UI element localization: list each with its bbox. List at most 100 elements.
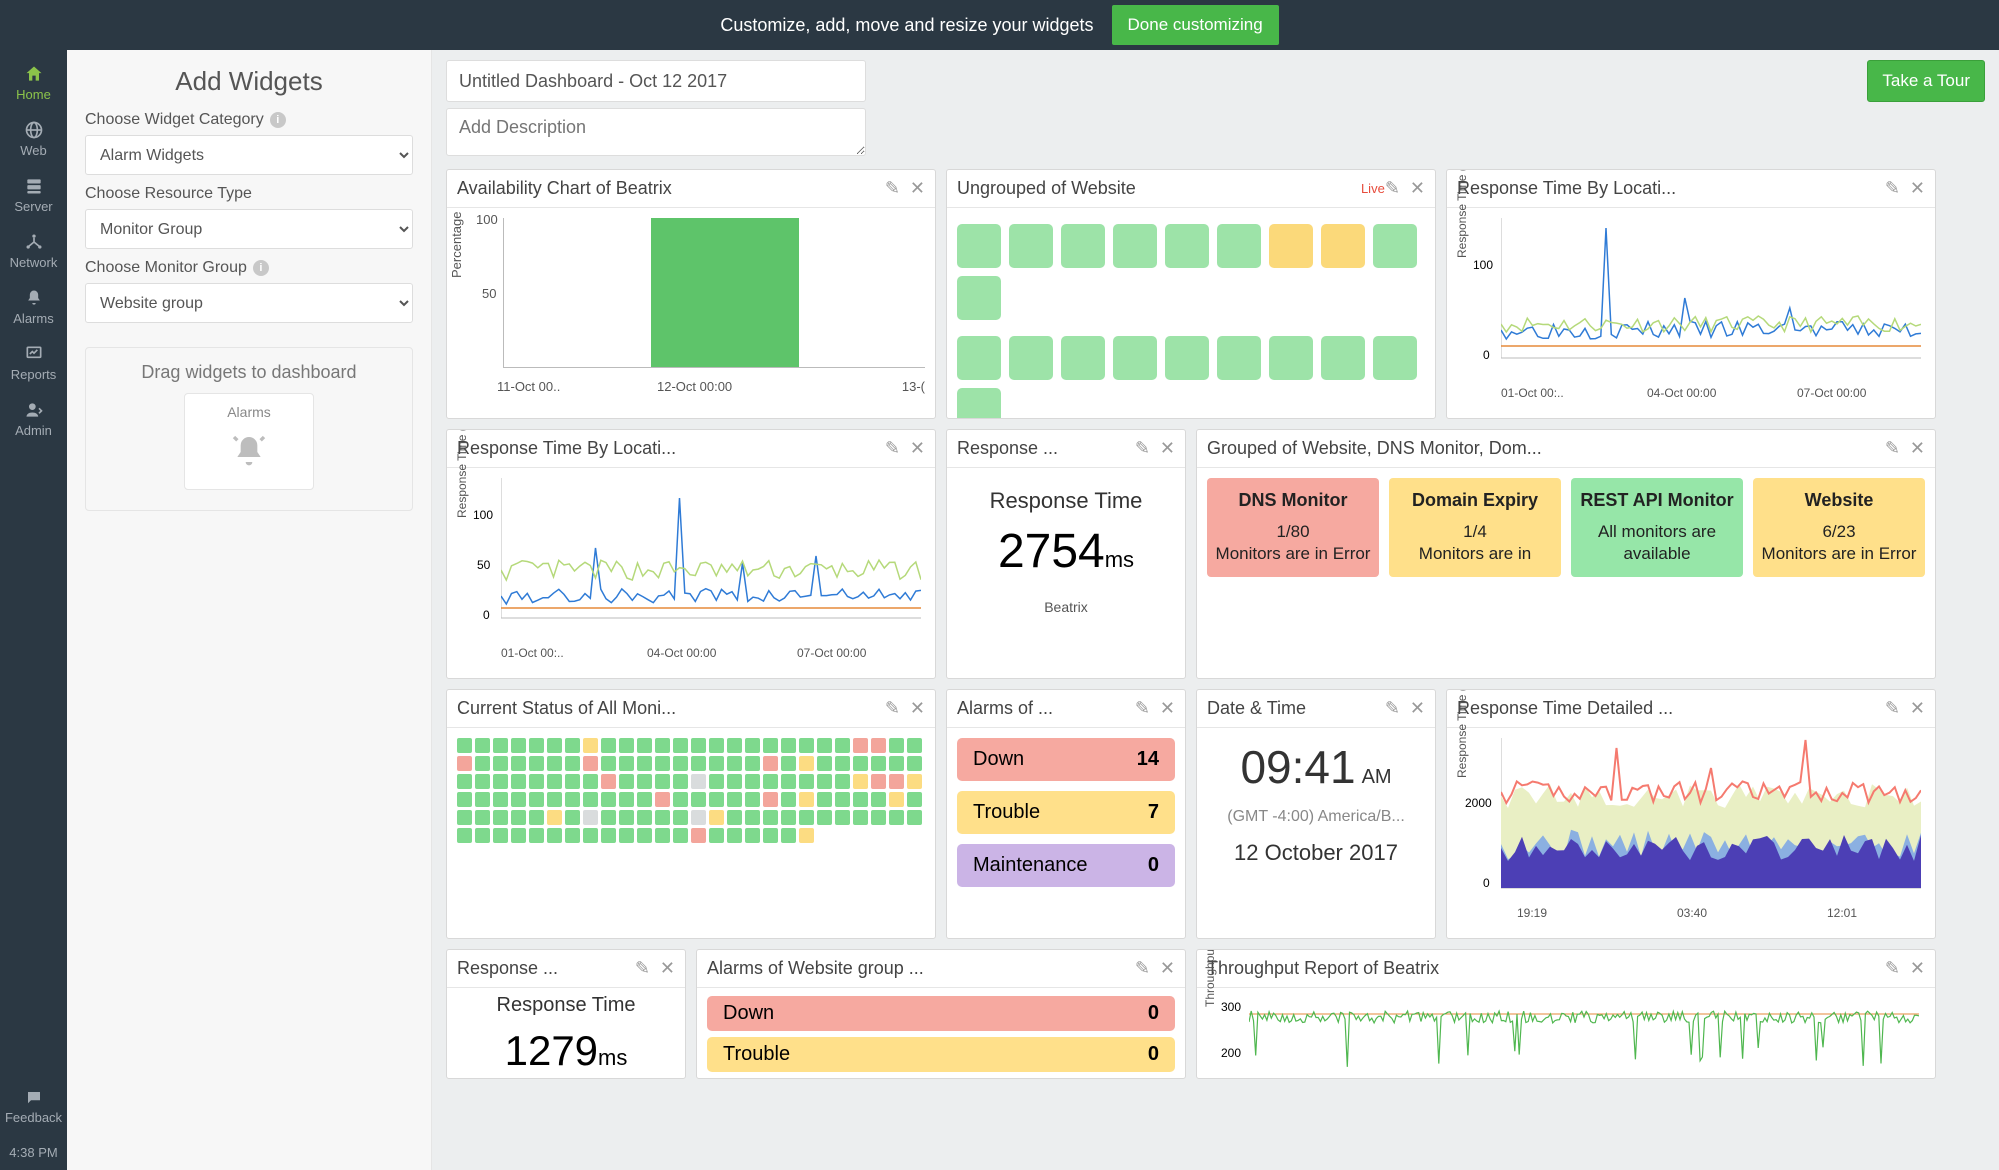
status-mini-cell[interactable]: [709, 756, 724, 771]
status-mini-cell[interactable]: [475, 738, 490, 753]
status-mini-cell[interactable]: [637, 738, 652, 753]
status-mini-cell[interactable]: [511, 738, 526, 753]
status-mini-cell[interactable]: [655, 792, 670, 807]
status-mini-cell[interactable]: [457, 756, 472, 771]
status-mini-cell[interactable]: [727, 810, 742, 825]
status-mini-cell[interactable]: [745, 774, 760, 789]
group-card-restapi[interactable]: REST API MonitorAll monitors are availab…: [1571, 478, 1743, 577]
status-mini-cell[interactable]: [709, 792, 724, 807]
close-icon[interactable]: ✕: [1410, 178, 1425, 199]
status-mini-cell[interactable]: [511, 828, 526, 843]
edit-icon[interactable]: ✎: [1885, 438, 1900, 459]
resource-type-select[interactable]: Monitor Group: [85, 209, 413, 249]
nav-feedback[interactable]: Feedback: [0, 1081, 67, 1135]
status-mini-cell[interactable]: [799, 738, 814, 753]
status-mini-cell[interactable]: [637, 810, 652, 825]
status-mini-cell[interactable]: [547, 774, 562, 789]
status-cell[interactable]: [957, 224, 1001, 268]
status-mini-cell[interactable]: [907, 774, 922, 789]
status-mini-cell[interactable]: [853, 774, 868, 789]
status-mini-cell[interactable]: [871, 792, 886, 807]
close-icon[interactable]: ✕: [910, 178, 925, 199]
status-mini-cell[interactable]: [907, 738, 922, 753]
status-cell[interactable]: [1217, 224, 1261, 268]
status-mini-cell[interactable]: [673, 756, 688, 771]
status-mini-cell[interactable]: [889, 774, 904, 789]
status-mini-cell[interactable]: [493, 738, 508, 753]
status-mini-cell[interactable]: [493, 774, 508, 789]
status-mini-cell[interactable]: [583, 738, 598, 753]
status-mini-cell[interactable]: [493, 792, 508, 807]
status-mini-cell[interactable]: [637, 792, 652, 807]
status-mini-cell[interactable]: [601, 738, 616, 753]
nav-home[interactable]: Home: [0, 56, 67, 112]
status-mini-cell[interactable]: [565, 774, 580, 789]
edit-icon[interactable]: ✎: [885, 698, 900, 719]
status-mini-cell[interactable]: [565, 810, 580, 825]
group-card-dns[interactable]: DNS Monitor1/80Monitors are in Error: [1207, 478, 1379, 577]
status-cell[interactable]: [1009, 336, 1053, 380]
nav-network[interactable]: Network: [0, 224, 67, 280]
status-cell[interactable]: [1113, 224, 1157, 268]
status-mini-cell[interactable]: [565, 738, 580, 753]
status-mini-cell[interactable]: [655, 810, 670, 825]
status-cell[interactable]: [1269, 224, 1313, 268]
status-mini-cell[interactable]: [691, 774, 706, 789]
status-mini-cell[interactable]: [763, 774, 778, 789]
status-mini-cell[interactable]: [655, 774, 670, 789]
status-mini-cell[interactable]: [619, 756, 634, 771]
status-mini-cell[interactable]: [817, 756, 832, 771]
widget-alarms-small[interactable]: Alarms of ... ✎✕ Down14 Trouble7 Mainten…: [946, 689, 1186, 939]
take-tour-button[interactable]: Take a Tour: [1867, 60, 1985, 102]
alarm-row-trouble[interactable]: Trouble0: [707, 1037, 1175, 1072]
status-mini-cell[interactable]: [709, 810, 724, 825]
alarm-row-down[interactable]: Down14: [957, 738, 1175, 781]
status-mini-cell[interactable]: [673, 738, 688, 753]
status-mini-cell[interactable]: [889, 738, 904, 753]
status-cell[interactable]: [957, 336, 1001, 380]
edit-icon[interactable]: ✎: [1885, 958, 1900, 979]
status-mini-cell[interactable]: [493, 756, 508, 771]
status-mini-cell[interactable]: [763, 792, 778, 807]
status-mini-cell[interactable]: [727, 756, 742, 771]
status-mini-cell[interactable]: [709, 828, 724, 843]
status-cell[interactable]: [1165, 336, 1209, 380]
status-mini-cell[interactable]: [583, 810, 598, 825]
status-mini-cell[interactable]: [799, 774, 814, 789]
status-mini-cell[interactable]: [529, 810, 544, 825]
status-mini-cell[interactable]: [457, 738, 472, 753]
edit-icon[interactable]: ✎: [1885, 178, 1900, 199]
close-icon[interactable]: ✕: [1160, 958, 1175, 979]
status-mini-cell[interactable]: [601, 828, 616, 843]
status-mini-cell[interactable]: [547, 756, 562, 771]
status-mini-cell[interactable]: [781, 738, 796, 753]
status-cell[interactable]: [1321, 224, 1365, 268]
status-mini-cell[interactable]: [529, 774, 544, 789]
widget-current-status-all[interactable]: Current Status of All Moni... ✎✕: [446, 689, 936, 939]
status-cell[interactable]: [1269, 336, 1313, 380]
status-mini-cell[interactable]: [907, 810, 922, 825]
status-cell[interactable]: [1113, 336, 1157, 380]
widget-response-time-location-1[interactable]: Response Time By Locati... ✎✕ Response T…: [1446, 169, 1936, 419]
nav-reports[interactable]: Reports: [0, 336, 67, 392]
close-icon[interactable]: ✕: [1160, 438, 1175, 459]
status-mini-cell[interactable]: [565, 792, 580, 807]
widget-date-time[interactable]: Date & Time ✎✕ 09:41AM (GMT -4:00) Ameri…: [1196, 689, 1436, 939]
status-mini-cell[interactable]: [799, 828, 814, 843]
nav-web[interactable]: Web: [0, 112, 67, 168]
status-mini-cell[interactable]: [637, 774, 652, 789]
status-mini-cell[interactable]: [547, 810, 562, 825]
status-mini-cell[interactable]: [853, 738, 868, 753]
nav-admin[interactable]: Admin: [0, 392, 67, 448]
status-mini-cell[interactable]: [475, 828, 490, 843]
widget-response-time-detailed[interactable]: Response Time Detailed ... ✎✕ Response T…: [1446, 689, 1936, 939]
status-cell[interactable]: [1217, 336, 1261, 380]
status-mini-cell[interactable]: [817, 774, 832, 789]
close-icon[interactable]: ✕: [1910, 178, 1925, 199]
status-cell[interactable]: [1061, 224, 1105, 268]
edit-icon[interactable]: ✎: [1385, 698, 1400, 719]
status-mini-cell[interactable]: [673, 810, 688, 825]
status-mini-cell[interactable]: [853, 792, 868, 807]
close-icon[interactable]: ✕: [1910, 438, 1925, 459]
status-mini-cell[interactable]: [655, 756, 670, 771]
